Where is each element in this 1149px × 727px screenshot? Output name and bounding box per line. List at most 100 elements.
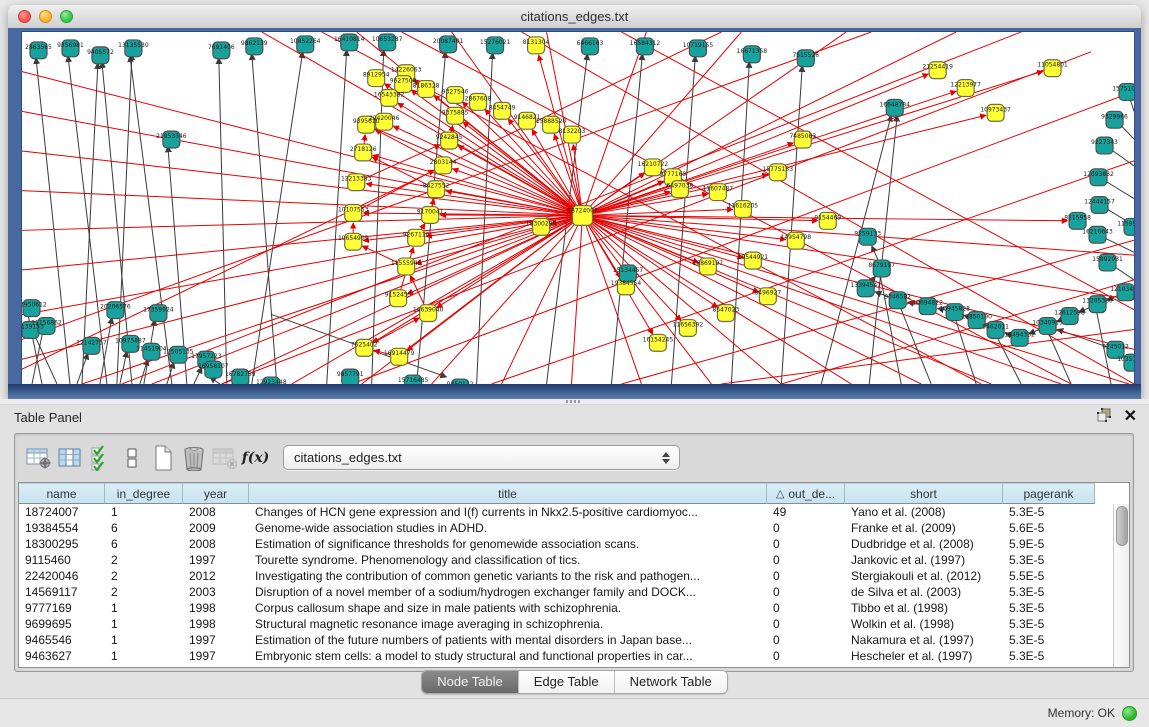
tab-network-table[interactable]: Network Table	[614, 671, 727, 693]
zoom-button[interactable]	[60, 10, 73, 23]
table-cell: 2	[105, 585, 183, 599]
graph-node-label: 8215958	[1064, 214, 1091, 221]
vertical-scrollbar[interactable]	[1113, 504, 1129, 667]
table-cell: Dudbridge et al. (2008)	[845, 537, 1003, 551]
graph-node-label: 9245012	[1102, 343, 1129, 350]
table-cell: 5.3E-5	[1003, 617, 1095, 631]
table-row[interactable]: 911546021997Tourette syndrome. Phenomeno…	[19, 552, 1114, 568]
graph-node-label: 16210722	[638, 161, 669, 168]
table-cell: 5.3E-5	[1003, 633, 1095, 647]
table-row[interactable]: 2242004622012Investigating the contribut…	[19, 568, 1114, 584]
combo-arrows-icon	[662, 452, 670, 464]
table-row[interactable]: 977716911998Corpus callosum shape and si…	[19, 600, 1114, 616]
graph-node-label: 8912954	[363, 72, 390, 79]
graph-node-label: 15888520	[536, 118, 567, 125]
graph-node-label: 12093832	[1083, 171, 1114, 178]
graph-node-label: 8496927	[754, 290, 781, 297]
graph-node-label: 16494332	[1004, 331, 1035, 338]
table-selector-value: citations_edges.txt	[294, 450, 662, 465]
tab-node-table[interactable]: Node Table	[422, 671, 518, 693]
close-button[interactable]	[18, 10, 31, 23]
delete-rows-icon[interactable]	[178, 443, 209, 473]
function-builder-icon[interactable]: f(x)	[240, 443, 271, 473]
graph-node-label: 9242845	[436, 134, 463, 141]
graph-node-label: 8132203	[559, 128, 586, 135]
table-cell: 5.3E-5	[1003, 585, 1095, 599]
graph-node-label: 9227343	[1091, 139, 1118, 146]
column-header-year[interactable]: year	[183, 483, 249, 504]
graph-node-label: 13205380	[1082, 298, 1113, 305]
new-table-icon[interactable]	[147, 443, 178, 473]
table-cell: 1997	[183, 553, 249, 567]
graph-node-label: 10973437	[980, 106, 1011, 113]
table-cell: 0	[767, 585, 845, 599]
graph-node-label: 7625402	[351, 341, 378, 348]
table-selector-dropdown[interactable]: citations_edges.txt	[283, 445, 680, 470]
row-height-icon[interactable]	[116, 443, 147, 473]
graph-node-label: 14954798	[781, 234, 812, 241]
table-row[interactable]: 1830029562008Estimation of significance …	[19, 536, 1114, 552]
table-cell: Hescheler et al. (1997)	[845, 649, 1003, 663]
graph-node-label: 12213977	[950, 82, 981, 89]
table-cell: 5.6E-5	[1003, 521, 1095, 535]
table-cell: 1	[105, 505, 183, 519]
table-row[interactable]: 1872400712008Changes of HCN gene express…	[19, 504, 1114, 520]
graph-node-label: 7691406	[208, 44, 235, 51]
table-cell: 2008	[183, 505, 249, 519]
table-cell: Estimation of significance thresholds fo…	[249, 537, 767, 551]
table-cell: 1	[105, 633, 183, 647]
table-cell: 1998	[183, 617, 249, 631]
graph-node-label: 10107553	[338, 206, 369, 213]
column-header-in_degree[interactable]: in_degree	[105, 483, 183, 504]
table-row[interactable]: 946362711997Embryonic stem cells: a mode…	[19, 648, 1114, 664]
graph-node-label: 16648784	[879, 101, 910, 108]
graph-node-label: 18724007	[567, 207, 598, 214]
splitter-grip-icon[interactable]	[566, 400, 580, 403]
network-canvas[interactable]: 1872400718300295193845549777169162107226…	[21, 31, 1135, 385]
graph-node-label: 15751074	[1112, 86, 1134, 93]
tab-edge-table[interactable]: Edge Table	[518, 671, 614, 693]
table-cell: Genome-wide association studies in ADHD.	[249, 521, 767, 535]
close-icon[interactable]: ✕	[1124, 409, 1137, 425]
float-window-icon[interactable]	[1097, 408, 1112, 427]
graph-node-label: 16869197	[693, 260, 724, 267]
graph-node-label: 18300295	[526, 220, 557, 227]
table-header-row: namein_degreeyeartitle△out_de...shortpag…	[19, 483, 1129, 504]
table-cell: Structural magnetic resonance image aver…	[249, 617, 767, 631]
select-rows-icon[interactable]	[85, 443, 116, 473]
table-row[interactable]: 1938455462009Genome-wide association stu…	[19, 520, 1114, 536]
graph-node-label: 8427552	[423, 183, 450, 190]
table-settings-icon[interactable]	[23, 443, 54, 473]
traffic-lights	[18, 10, 73, 23]
graph-node-label: 11656392	[673, 322, 704, 329]
column-header-name[interactable]: name	[19, 483, 105, 504]
column-header-pagerank[interactable]: pagerank	[1003, 483, 1095, 504]
table-cell: 22420046	[19, 569, 105, 583]
table-cell: 0	[767, 617, 845, 631]
table-row[interactable]: 1456911722003Disruption of a novel membe…	[19, 584, 1114, 600]
column-header-short[interactable]: short	[845, 483, 1003, 504]
table-cell: 2003	[183, 585, 249, 599]
graph-node-label: 9405572	[87, 49, 114, 56]
scrollbar-thumb[interactable]	[1116, 506, 1128, 546]
table-cell: 18724007	[19, 505, 105, 519]
minimize-button[interactable]	[39, 10, 52, 23]
table-row[interactable]: 969969511998Structural magnetic resonanc…	[19, 616, 1114, 632]
citation-graph[interactable]: 1872400718300295193845549777169162107226…	[22, 32, 1134, 384]
table-cell: 9463627	[19, 649, 105, 663]
graph-node-label: 12213383	[341, 176, 372, 183]
memory-status-dot[interactable]	[1122, 706, 1137, 721]
table-row[interactable]: 946554611997Estimation of the future num…	[19, 632, 1114, 648]
table-cell: 5.5E-5	[1003, 569, 1095, 583]
window-titlebar[interactable]: citations_edges.txt	[8, 5, 1141, 29]
table-cell: 19384554	[19, 521, 105, 535]
graph-node-label: 9857791	[337, 371, 364, 378]
column-header-title[interactable]: title	[249, 483, 767, 504]
table-cell: Tibbo et al. (1998)	[845, 601, 1003, 615]
table-cell: 1	[105, 649, 183, 663]
column-header-out_de[interactable]: △out_de...	[767, 483, 845, 504]
graph-node-label: 8679197	[868, 262, 895, 269]
select-columns-icon[interactable]	[54, 443, 85, 473]
graph-node-label: 2803144	[430, 159, 457, 166]
graph-node-label: 21254419	[922, 64, 953, 71]
